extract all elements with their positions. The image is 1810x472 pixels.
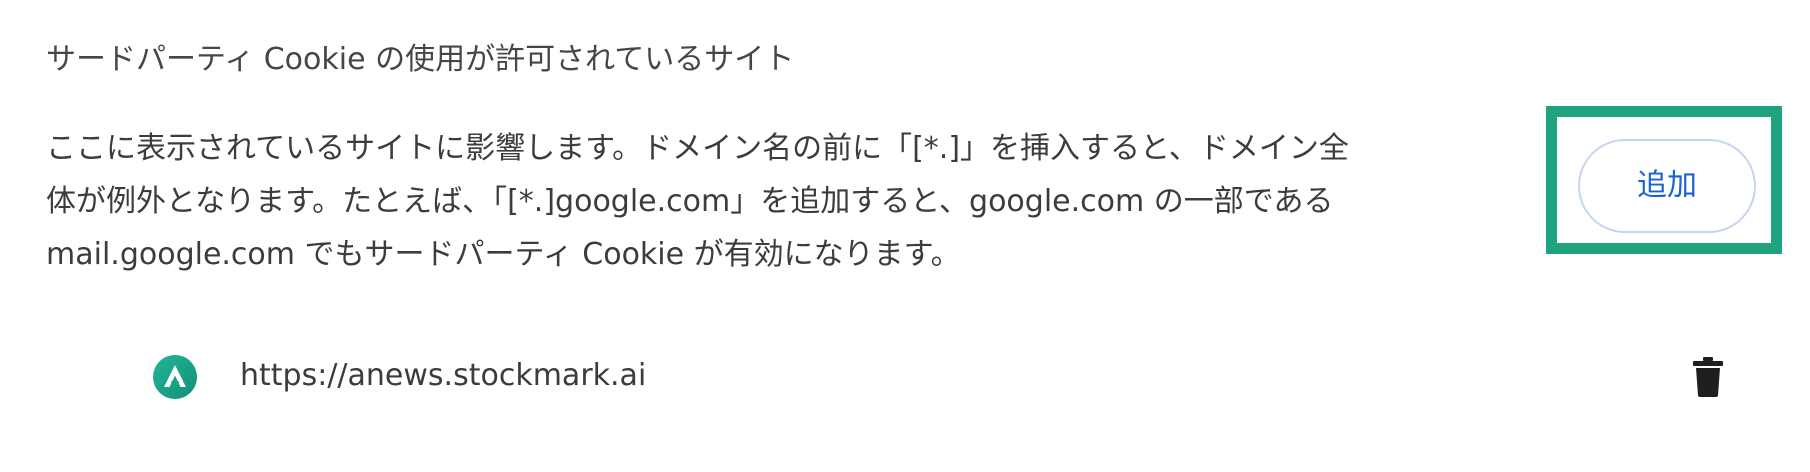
section-title: サードパーティ Cookie の使用が許可されているサイト <box>46 42 795 77</box>
section-description: ここに表示されているサイトに影響します。ドメイン名の前に「[*.]」を挿入すると… <box>46 122 1546 281</box>
stockmark-a-logo-icon <box>152 354 198 400</box>
site-list-item: https://anews.stockmark.ai <box>0 330 1810 418</box>
description-line: 体が例外となります。たとえば、「[*.]google.com」を追加すると、go… <box>46 184 1334 219</box>
description-line: ここに表示されているサイトに影響します。ドメイン名の前に「[*.]」を挿入すると… <box>46 131 1349 166</box>
trash-icon[interactable] <box>1682 346 1734 408</box>
add-site-button[interactable]: 追加 <box>1578 139 1756 233</box>
site-url: https://anews.stockmark.ai <box>240 358 647 393</box>
description-line: mail.google.com でもサードパーティ Cookie が有効になりま… <box>46 237 961 272</box>
